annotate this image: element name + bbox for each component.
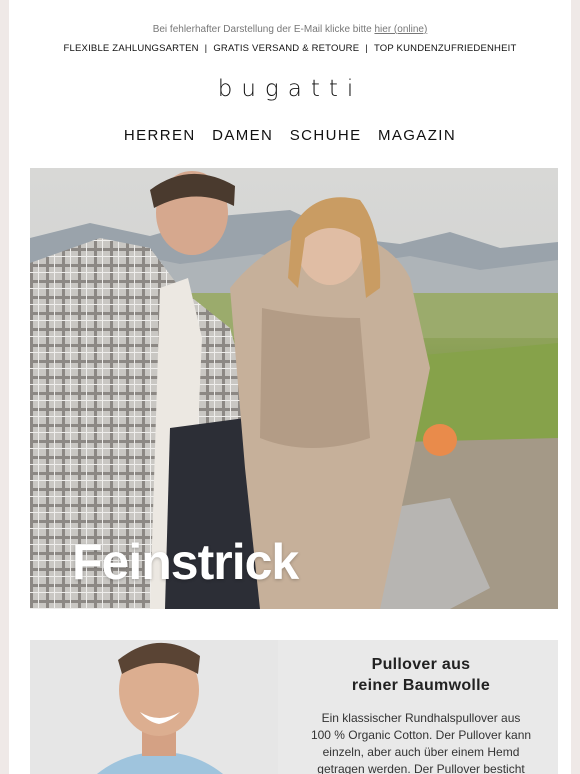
hero-title: Feinstrick	[72, 534, 299, 590]
preheader-text: Bei fehlerhafter Darstellung der E-Mail …	[152, 24, 372, 35]
product-title-line2: reiner Baumwolle	[351, 677, 491, 694]
product-teaser[interactable]: Pullover aus reiner Baumwolle Ein klassi…	[30, 640, 558, 774]
usp-item-satisfaction: TOP KUNDENZUFRIEDENHEIT	[373, 43, 517, 54]
nav-item-damen[interactable]: DAMEN	[212, 127, 273, 144]
product-desc-line4: getragen werden. Der Pullover besticht	[317, 762, 525, 774]
online-version-link[interactable]: hier (online)	[374, 24, 427, 35]
nav-item-schuhe[interactable]: SCHUHE	[290, 127, 362, 144]
main-nav: HERREN DAMEN SCHUHE MAGAZIN	[9, 127, 571, 145]
preheader: Bei fehlerhafter Darstellung der E-Mail …	[9, 24, 571, 35]
product-desc-line2: 100 % Organic Cotton. Der Pullover kann	[310, 728, 532, 742]
model-image	[30, 640, 278, 774]
email-body: Bei fehlerhafter Darstellung der E-Mail …	[9, 0, 571, 774]
product-text: Pullover aus reiner Baumwolle Ein klassi…	[292, 654, 550, 774]
hero-banner[interactable]: Feinstrick	[30, 168, 558, 609]
usp-item-shipping: GRATIS VERSAND & RETOURE	[213, 43, 360, 54]
product-desc-line3: einzeln, aber auch über einem Hemd	[322, 745, 520, 759]
usp-bar: FLEXIBLE ZAHLUNGSARTEN | GRATIS VERSAND & …	[9, 43, 571, 54]
product-title: Pullover aus reiner Baumwolle	[292, 654, 550, 696]
product-description: Ein klassischer Rundhalspullover aus 100…	[292, 710, 550, 774]
usp-separator: |	[204, 43, 208, 54]
usp-item-payment: FLEXIBLE ZAHLUNGSARTEN	[63, 43, 199, 54]
product-title-line1: Pullover aus	[371, 656, 471, 673]
nav-item-herren[interactable]: HERREN	[124, 127, 196, 144]
nav-item-magazin[interactable]: MAGAZIN	[378, 127, 456, 144]
product-desc-line1: Ein klassischer Rundhalspullover aus	[321, 711, 521, 725]
brand-logo[interactable]: bugatti	[9, 76, 571, 102]
product-image[interactable]	[30, 640, 278, 774]
usp-separator: |	[365, 43, 368, 54]
